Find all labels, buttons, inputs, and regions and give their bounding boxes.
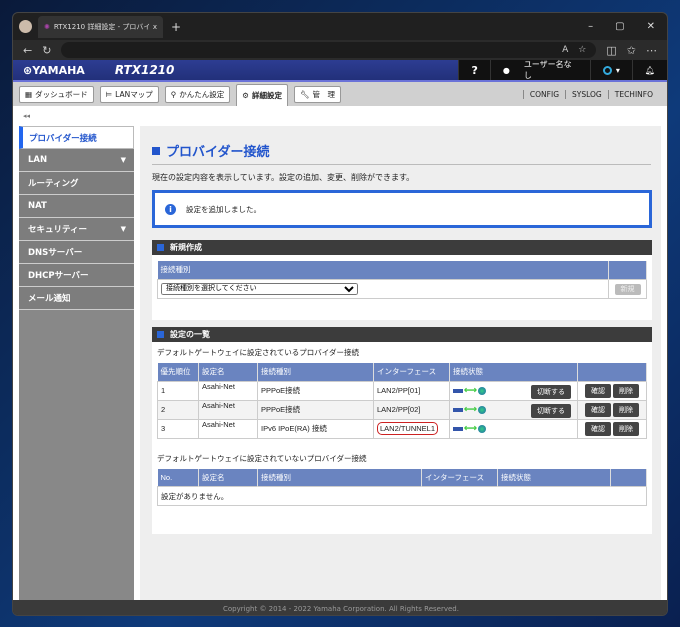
empty-message: 設定がありません。 — [157, 486, 647, 506]
delete-button[interactable]: 削除 — [613, 421, 640, 436]
new-section: 新規作成 接続種別 接続種別を選択してください 新規 — [152, 240, 652, 320]
model-name: RTX1210 — [114, 63, 175, 77]
connection-type-select[interactable]: 接続種別を選択してください — [161, 282, 358, 295]
interface-name: LAN2/TUNNEL1 — [377, 422, 439, 435]
wizard-icon: ⚲ — [170, 90, 177, 99]
browser-tab[interactable]: ✺RTX1210 詳細設定 - プロバイダー接x — [38, 15, 163, 38]
profile-avatar[interactable] — [19, 20, 32, 33]
page-content: ◂◂ プロバイダー接続 LAN ▼ ルーティング NAT セキュリティー ▼ DNS… — [13, 106, 667, 600]
list-section: 設定の一覧 デフォルトゲートウェイに設定されているプロバイダー接続 優先順位 設定… — [152, 327, 652, 534]
footer: Copyright © 2014 - 2022 Yamaha Corporati… — [13, 600, 667, 615]
delete-button[interactable]: 削除 — [613, 402, 640, 417]
close-tab-icon[interactable]: x — [153, 23, 157, 31]
default-table: 優先順位 設定名 接続種別 インターフェース 接続状態 1 Asahi-Net PPPo… — [157, 363, 647, 439]
sidebar-item-nat[interactable]: NAT — [19, 195, 134, 218]
favorite-icon[interactable]: ☆ — [578, 45, 586, 55]
help-button[interactable]: ? — [458, 60, 489, 80]
collapse-sidebar-icon[interactable]: ◂◂ — [23, 112, 30, 120]
new-tab-button[interactable]: + — [171, 20, 181, 34]
browser-window: ✺RTX1210 詳細設定 - プロバイダー接x + –▢✕ ←↻ A☆ ◫✩⋯… — [12, 12, 668, 616]
techinfo-link[interactable]: TECHINFO — [607, 89, 659, 99]
dashboard-icon: ▦ — [25, 90, 33, 99]
chevron-down-icon: ▼ — [120, 156, 126, 164]
maximize-icon[interactable]: ▢ — [615, 21, 624, 32]
router-header: ⊛YAMAHA RTX1210 ? ● ユーザー名なし ▾ 🔔︎ — [13, 60, 667, 82]
split-screen-icon[interactable]: ◫ — [606, 44, 616, 57]
status-menu[interactable]: ▾ — [589, 60, 632, 80]
page-title: プロバイダー接続 — [152, 141, 269, 160]
user-menu[interactable]: ● ユーザー名なし — [489, 60, 590, 80]
section-icon — [157, 331, 164, 338]
confirm-button[interactable]: 確認 — [584, 383, 611, 398]
nav-easy-setup[interactable]: ⚲ かんたん設定 — [164, 86, 231, 103]
main-nav: ▦ ダッシュボード ⊨ LANマップ ⚲ かんたん設定 ⚙ 詳細設定 🔧︎ 管 理 CON… — [13, 82, 667, 106]
notice-box: i 設定を追加しました。 — [152, 190, 652, 228]
disconnect-button[interactable]: 切断する — [531, 403, 571, 418]
config-link[interactable]: CONFIG — [522, 89, 565, 99]
other-table: No. 設定名 接続種別 インターフェース 接続状態 設定がありません。 — [157, 468, 647, 506]
chevron-down-icon: ▼ — [120, 225, 126, 233]
status-circle-icon — [602, 65, 612, 75]
sidebar-item-routing[interactable]: ルーティング — [19, 172, 134, 195]
nav-dashboard[interactable]: ▦ ダッシュボード — [19, 86, 94, 103]
lan-map-icon: ⊨ — [105, 90, 113, 99]
read-aloud-icon[interactable]: A — [562, 45, 568, 55]
sidebar-item-lan[interactable]: LAN ▼ — [19, 149, 134, 172]
favicon-icon: ✺ — [44, 22, 50, 31]
connected-status-icon: ⟷ — [453, 404, 486, 415]
interface-name: LAN2/PP[01] — [377, 386, 421, 395]
more-icon[interactable]: ⋯ — [646, 44, 657, 57]
sidebar-item-security[interactable]: セキュリティー ▼ — [19, 218, 134, 241]
table-row: 2 Asahi-Net PPPoE接続 LAN2/PP[02] ⟷ 切断する 確認… — [157, 399, 647, 420]
wrench-icon: 🔧︎ — [299, 90, 310, 99]
main-panel: プロバイダー接続 現在の設定内容を表示しています。設定の追加、変更、削除ができま… — [140, 126, 661, 600]
connected-status-icon: ⟷ — [453, 385, 486, 396]
confirm-button[interactable]: 確認 — [584, 402, 611, 417]
favorites-icon[interactable]: ✩ — [627, 44, 636, 57]
nav-lan-map[interactable]: ⊨ LANマップ — [99, 86, 159, 103]
notification-bell-icon[interactable]: 🔔︎ — [631, 60, 667, 80]
default-caption: デフォルトゲートウェイに設定されているプロバイダー接続 — [157, 348, 359, 357]
table-row: 3 Asahi-Net IPv6 IPoE(RA) 接続 LAN2/TUNNEL… — [157, 418, 647, 439]
gear-icon: ⚙ — [242, 91, 249, 100]
tab-bar: ✺RTX1210 詳細設定 - プロバイダー接x + – ▢ ✕ — [13, 13, 667, 40]
section-icon — [157, 244, 164, 251]
page-icon — [152, 146, 160, 155]
table-row: 1 Asahi-Net PPPoE接続 LAN2/PP[01] ⟷ 切断する 確認… — [157, 380, 647, 401]
delete-button[interactable]: 削除 — [613, 383, 640, 398]
connected-status-icon: ⟷ — [453, 423, 486, 434]
new-button[interactable]: 新規 — [614, 283, 641, 295]
sidebar-item-dhcp[interactable]: DHCPサーバー — [19, 264, 134, 287]
back-icon[interactable]: ← — [23, 44, 32, 57]
sidebar-item-mail[interactable]: メール通知 — [19, 287, 134, 310]
new-table: 接続種別 接続種別を選択してください 新規 — [157, 261, 647, 299]
info-icon: i — [165, 203, 176, 215]
interface-name: LAN2/PP[02] — [377, 405, 421, 414]
sidebar-item-provider[interactable]: プロバイダー接続 — [19, 126, 134, 149]
sidebar: プロバイダー接続 LAN ▼ ルーティング NAT セキュリティー ▼ DNSサーバ… — [19, 126, 134, 600]
syslog-link[interactable]: SYSLOG — [565, 89, 608, 99]
page-description: 現在の設定内容を表示しています。設定の追加、変更、削除ができます。 — [152, 173, 415, 182]
address-bar-row: ← ↻ A ☆ ◫ ✩ ⋯ — [13, 40, 667, 60]
other-caption: デフォルトゲートウェイに設定されていないプロバイダー接続 — [157, 453, 367, 463]
confirm-button[interactable]: 確認 — [584, 421, 611, 436]
close-window-icon[interactable]: ✕ — [647, 21, 655, 32]
disconnect-button[interactable]: 切断する — [531, 384, 571, 399]
address-input[interactable]: A ☆ — [61, 42, 597, 58]
divider — [152, 164, 651, 165]
refresh-icon[interactable]: ↻ — [42, 44, 51, 57]
yamaha-logo: ⊛YAMAHA — [23, 63, 85, 77]
nav-advanced-settings[interactable]: ⚙ 詳細設定 — [236, 84, 288, 106]
minimize-icon[interactable]: – — [588, 21, 593, 32]
sidebar-item-dns[interactable]: DNSサーバー — [19, 241, 134, 264]
user-icon: ● — [502, 65, 510, 75]
nav-management[interactable]: 🔧︎ 管 理 — [293, 86, 341, 103]
